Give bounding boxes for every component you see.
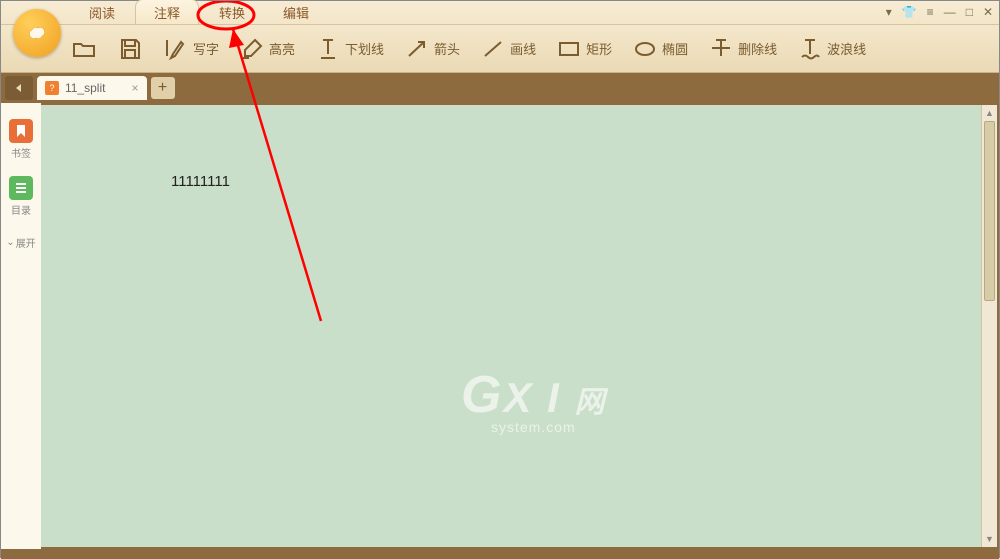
toc-icon — [9, 176, 33, 200]
sidebar-toc[interactable]: 目录 — [7, 172, 35, 221]
arrow-label: 箭头 — [434, 39, 460, 58]
watermark-sub: system.com — [491, 419, 606, 435]
maximize-icon[interactable]: □ — [966, 5, 973, 19]
pen-icon — [163, 36, 189, 62]
watermark: GX I 网 system.com — [461, 365, 606, 435]
main-area: 书签 目录 ⌄ 展开 11111111 GX I 网 system.com ▲ … — [1, 103, 999, 549]
add-tab-button[interactable]: + — [151, 77, 175, 99]
strikethrough-button[interactable]: 删除线 — [700, 32, 785, 66]
minimize-icon[interactable]: — — [944, 5, 956, 19]
highlighter-icon — [239, 36, 265, 62]
app-logo[interactable] — [13, 9, 61, 57]
strikethrough-label: 删除线 — [738, 39, 777, 58]
arrow-icon — [404, 36, 430, 62]
wavyline-label: 波浪线 — [827, 39, 866, 58]
ellipse-label: 椭圆 — [662, 39, 688, 58]
expand-toggle[interactable]: ⌄ 展开 — [6, 235, 35, 250]
dropdown-icon[interactable]: ▾ — [886, 5, 892, 19]
watermark-main: GX I 网 — [461, 365, 606, 425]
underline-button[interactable]: 下划线 — [307, 32, 392, 66]
underline-icon — [315, 36, 341, 62]
toc-label: 目录 — [11, 202, 31, 217]
scroll-down-icon[interactable]: ▼ — [982, 531, 997, 547]
arrow-button[interactable]: 箭头 — [396, 32, 468, 66]
tab-bar: ? 11_split × + — [1, 73, 999, 103]
menu-bar: 阅读 注释 转换 编辑 ▾ 👕 ≡ — □ ✕ — [1, 1, 999, 25]
scroll-thumb[interactable] — [984, 121, 995, 301]
highlight-label: 高亮 — [269, 39, 295, 58]
scroll-up-icon[interactable]: ▲ — [982, 105, 997, 121]
window-controls: ▾ 👕 ≡ — □ ✕ — [886, 5, 993, 19]
wavyline-icon — [797, 36, 823, 62]
document-text: 11111111 — [171, 173, 230, 190]
underline-label: 下划线 — [345, 39, 384, 58]
line-icon — [480, 36, 506, 62]
expand-label: 展开 — [16, 235, 36, 250]
strikethrough-icon — [708, 36, 734, 62]
toolbar: 写字 高亮 下划线 箭头 画线 矩形 椭圆 — [1, 25, 999, 73]
rect-label: 矩形 — [586, 39, 612, 58]
bookmark-icon — [9, 119, 33, 143]
vertical-scrollbar[interactable]: ▲ ▼ — [981, 105, 997, 547]
rect-icon — [556, 36, 582, 62]
drawline-label: 画线 — [510, 39, 536, 58]
folder-icon — [71, 36, 97, 62]
sidebar-bookmark[interactable]: 书签 — [7, 115, 35, 164]
open-button[interactable] — [63, 32, 105, 66]
menu-tab-annotate[interactable]: 注释 — [135, 0, 199, 24]
highlight-button[interactable]: 高亮 — [231, 32, 303, 66]
menu-tab-convert[interactable]: 转换 — [201, 0, 263, 24]
skin-icon[interactable]: 👕 — [902, 5, 917, 19]
doc-type-icon: ? — [45, 81, 59, 95]
rect-button[interactable]: 矩形 — [548, 32, 620, 66]
drawline-button[interactable]: 画线 — [472, 32, 544, 66]
document-viewport[interactable]: 11111111 GX I 网 system.com ▲ ▼ — [41, 105, 997, 547]
doc-tab-name: 11_split — [65, 81, 105, 95]
bookmark-label: 书签 — [11, 145, 31, 160]
menu-tab-edit[interactable]: 编辑 — [265, 0, 327, 24]
ellipse-icon — [632, 36, 658, 62]
back-button[interactable] — [5, 76, 33, 100]
menu-icon[interactable]: ≡ — [927, 5, 934, 19]
document-tab[interactable]: ? 11_split × — [37, 76, 147, 100]
write-button[interactable]: 写字 — [155, 32, 227, 66]
save-icon — [117, 36, 143, 62]
save-button[interactable] — [109, 32, 151, 66]
wavyline-button[interactable]: 波浪线 — [789, 32, 874, 66]
chevron-down-icon: ⌄ — [6, 237, 14, 248]
write-label: 写字 — [193, 39, 219, 58]
sidebar: 书签 目录 ⌄ 展开 — [1, 103, 41, 549]
close-tab-icon[interactable]: × — [131, 81, 138, 95]
close-window-icon[interactable]: ✕ — [983, 5, 993, 19]
ellipse-button[interactable]: 椭圆 — [624, 32, 696, 66]
menu-tab-read[interactable]: 阅读 — [71, 0, 133, 24]
